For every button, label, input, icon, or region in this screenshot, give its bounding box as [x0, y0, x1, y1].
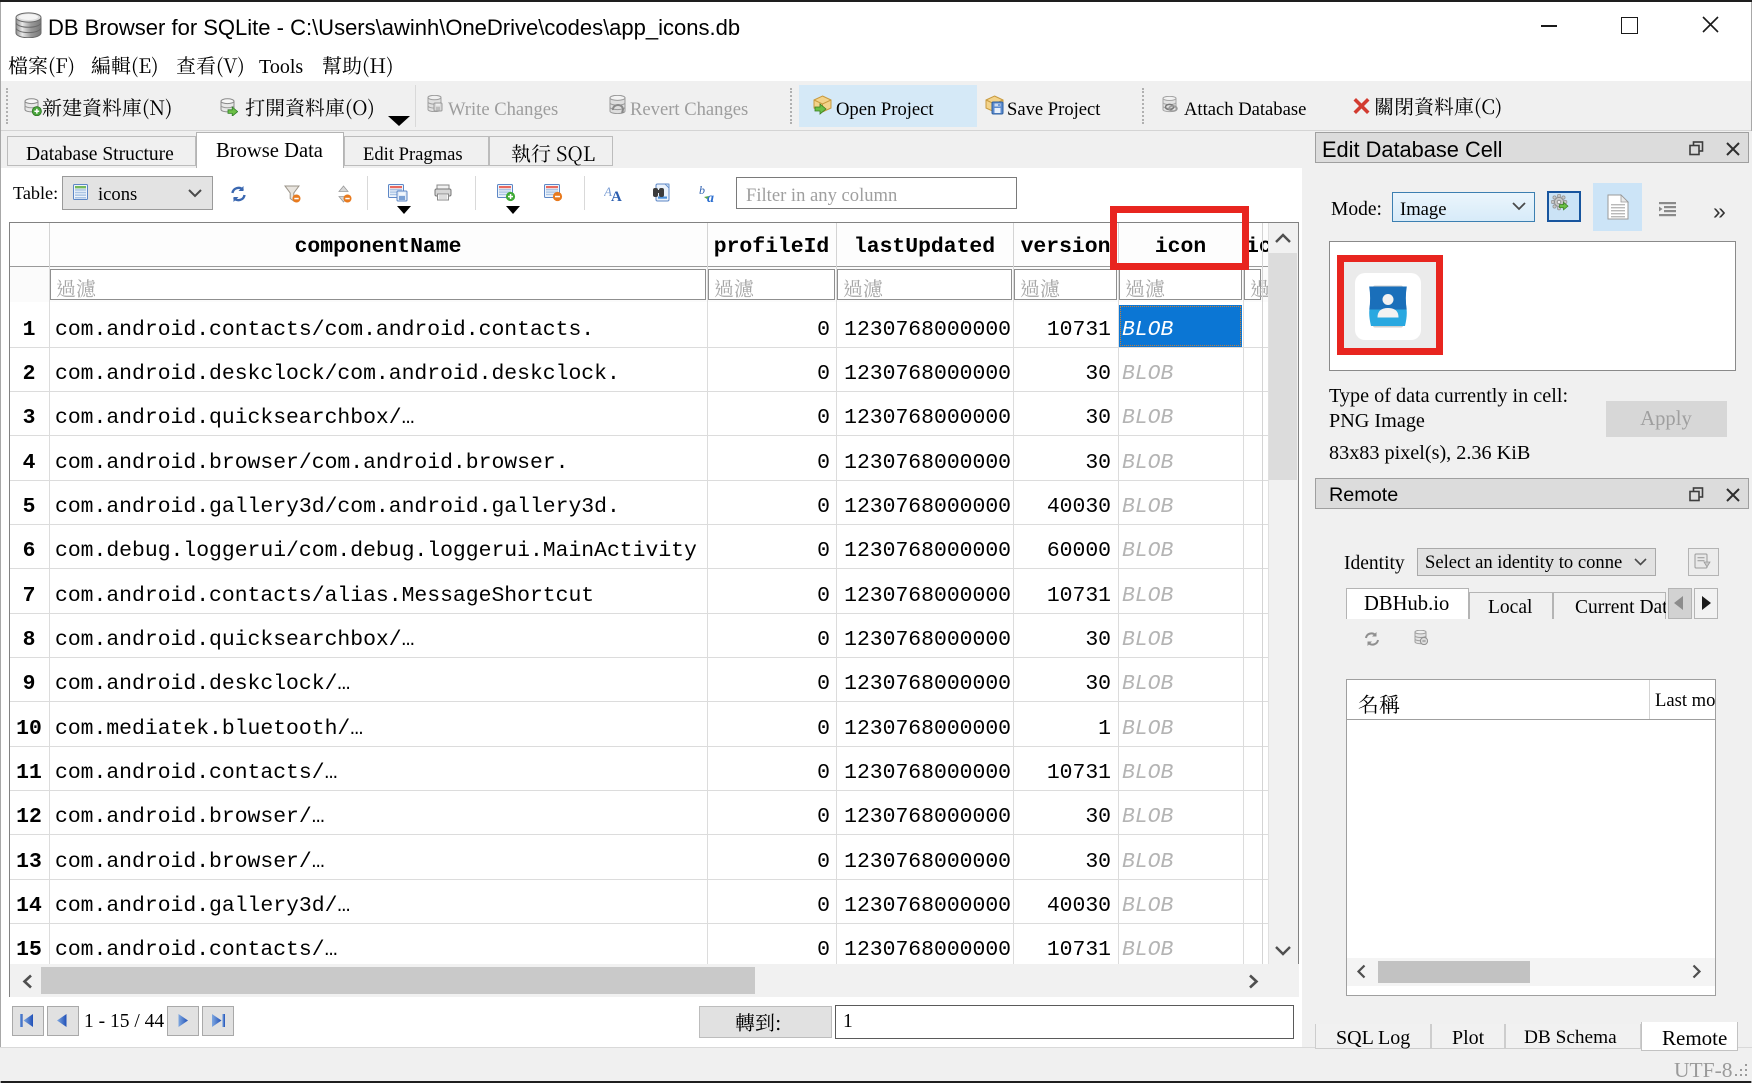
svg-text:b: b: [699, 184, 705, 197]
svg-text:A: A: [611, 189, 622, 202]
